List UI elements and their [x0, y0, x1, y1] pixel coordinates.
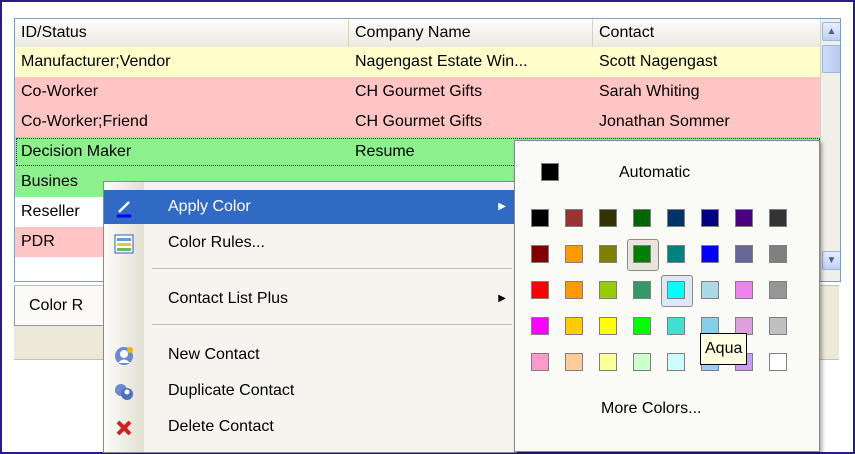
delete-x-icon — [114, 417, 134, 437]
color-swatch[interactable] — [633, 245, 651, 263]
menu-item-label: Apply Color — [168, 198, 251, 215]
menu-item-delete-contact[interactable]: Delete Contact — [104, 410, 516, 444]
table-cell-contact: Jonathan Sommer — [599, 113, 730, 130]
color-swatch[interactable] — [735, 245, 753, 263]
menu-separator — [152, 324, 512, 325]
color-swatch[interactable] — [599, 353, 617, 371]
color-swatch[interactable] — [667, 281, 685, 299]
color-swatch[interactable] — [531, 317, 549, 335]
color-swatch[interactable] — [667, 317, 685, 335]
color-swatch[interactable] — [599, 281, 617, 299]
table-cell-contact: Sarah Whiting — [599, 83, 700, 100]
color-swatch[interactable] — [633, 281, 651, 299]
color-swatch[interactable] — [667, 353, 685, 371]
column-header-contact[interactable]: Contact — [593, 19, 821, 47]
menu-item-contact-list-plus[interactable]: Contact List Plus ▶ — [104, 282, 516, 316]
column-header-id-status[interactable]: ID/Status — [15, 19, 349, 47]
color-swatch[interactable] — [667, 245, 685, 263]
color-swatch[interactable] — [565, 281, 583, 299]
color-swatch[interactable] — [565, 245, 583, 263]
color-swatch[interactable] — [633, 317, 651, 335]
menu-item-label: Duplicate Contact — [168, 382, 295, 399]
submenu-arrow-icon: ▶ — [498, 293, 506, 304]
color-swatch[interactable] — [701, 245, 719, 263]
color-swatch[interactable] — [769, 317, 787, 335]
table-cell-status: Co-Worker;Friend — [21, 113, 148, 130]
color-swatch[interactable] — [769, 209, 787, 227]
color-swatch[interactable] — [531, 281, 549, 299]
color-swatch[interactable] — [769, 281, 787, 299]
table-cell-company: CH Gourmet Gifts — [355, 113, 483, 130]
color-swatch[interactable] — [701, 281, 719, 299]
table-row[interactable]: Co-Worker;Friend CH Gourmet Gifts Jonathan… — [15, 107, 821, 137]
menu-item-duplicate-contact[interactable]: Duplicate Contact — [104, 374, 516, 408]
menu-item-label: Contact List Plus — [168, 290, 289, 307]
table-row[interactable]: Manufacturer;Vendor Nagengast Estate Win.… — [15, 47, 821, 77]
submenu-arrow-icon: ▶ — [498, 201, 506, 212]
color-tooltip: Aqua — [700, 333, 748, 365]
color-swatch[interactable] — [633, 209, 651, 227]
table-cell-contact: Scott Nagengast — [599, 53, 718, 70]
menu-item-label: Color Rules... — [168, 234, 265, 251]
menu-item-label: Delete Contact — [168, 418, 274, 435]
scroll-down-arrow-icon[interactable]: ▼ — [822, 251, 840, 270]
color-swatch[interactable] — [531, 209, 549, 227]
context-menu: Apply Color ▶ Color Rules... Contact Lis… — [103, 181, 517, 453]
menu-item-new-contact[interactable]: New Contact — [104, 338, 516, 372]
color-swatch[interactable] — [735, 281, 753, 299]
color-swatch[interactable] — [531, 353, 549, 371]
menu-separator — [152, 268, 512, 269]
column-header-company-name[interactable]: Company Name — [349, 19, 593, 47]
color-swatch[interactable] — [667, 209, 685, 227]
pencil-icon — [114, 197, 134, 218]
vertical-scrollbar[interactable]: ▲ ▼ — [820, 19, 840, 281]
automatic-swatch[interactable] — [541, 163, 559, 181]
automatic-option[interactable]: Automatic — [619, 159, 690, 187]
color-swatch[interactable] — [769, 353, 787, 371]
color-swatch[interactable] — [769, 245, 787, 263]
color-swatch[interactable] — [599, 245, 617, 263]
more-colors-button[interactable]: More Colors... — [601, 395, 701, 423]
color-swatch[interactable] — [633, 353, 651, 371]
color-swatch[interactable] — [599, 209, 617, 227]
scroll-up-arrow-icon[interactable]: ▲ — [822, 22, 840, 41]
table-cell-status: Manufacturer;Vendor — [21, 53, 171, 70]
new-contact-icon — [114, 345, 134, 365]
menu-item-label: New Contact — [168, 346, 260, 363]
color-swatch[interactable] — [565, 317, 583, 335]
table-cell-company: CH Gourmet Gifts — [355, 83, 483, 100]
menu-item-apply-color[interactable]: Apply Color ▶ — [104, 190, 516, 224]
color-picker-popup: Automatic More Colors... — [514, 140, 820, 452]
menu-item-color-rules[interactable]: Color Rules... — [104, 226, 516, 260]
color-swatch[interactable] — [735, 209, 753, 227]
scroll-thumb[interactable] — [822, 45, 840, 73]
color-rules-icon — [114, 233, 134, 254]
table-cell-status: Co-Worker — [21, 83, 99, 100]
color-swatch[interactable] — [701, 209, 719, 227]
table-cell-status: Decision Maker — [21, 143, 132, 160]
grid-header: ID/Status Company Name Contact — [15, 19, 821, 48]
color-swatch[interactable] — [531, 245, 549, 263]
color-swatch[interactable] — [565, 209, 583, 227]
duplicate-contact-icon — [114, 381, 134, 401]
color-swatch[interactable] — [565, 353, 583, 371]
color-swatch[interactable] — [599, 317, 617, 335]
table-cell-company: Nagengast Estate Win... — [355, 53, 528, 70]
table-row[interactable]: Co-Worker CH Gourmet Gifts Sarah Whiting — [15, 77, 821, 107]
